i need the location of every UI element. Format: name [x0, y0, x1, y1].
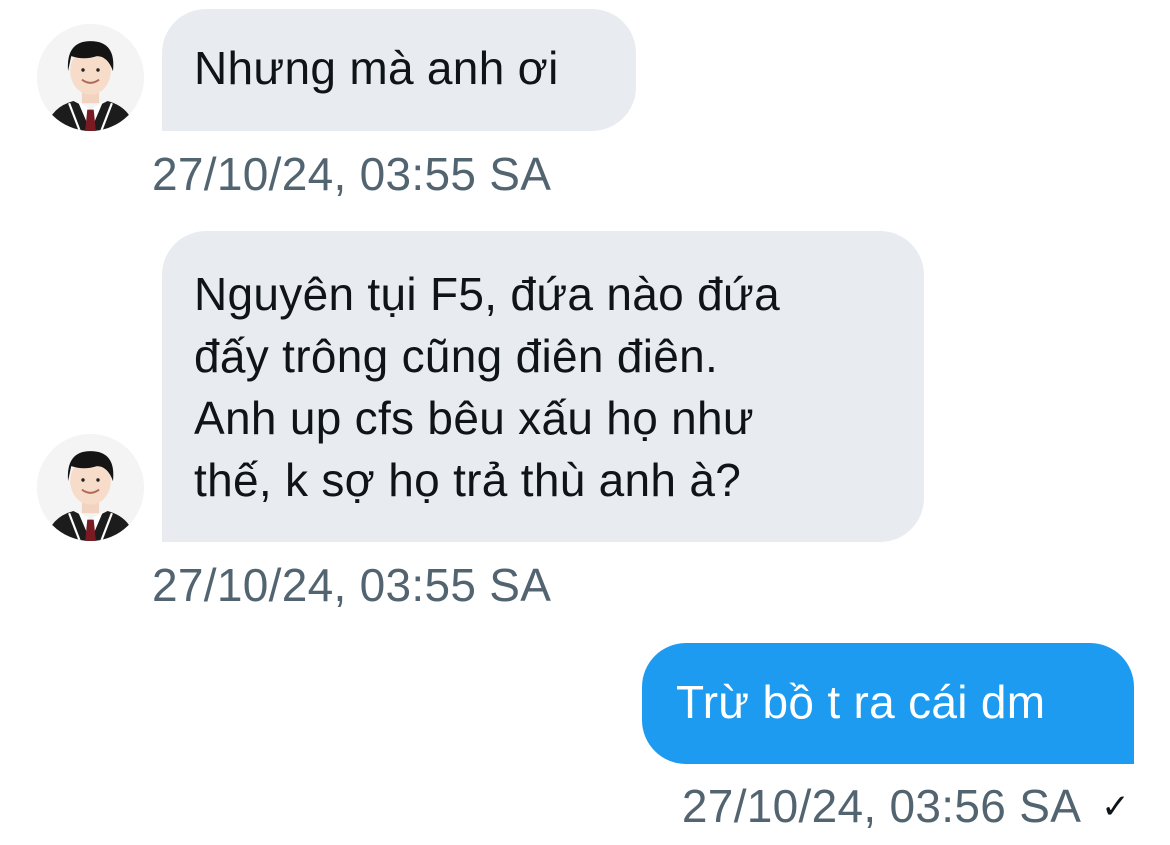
- message-timestamp: 27/10/24, 03:55 SA: [152, 148, 552, 200]
- message-text: Trừ bồ t ra cái dm: [676, 676, 1046, 728]
- message-timestamp-row: 27/10/24, 03:56 SA ✓: [682, 779, 1130, 834]
- sent-message-bubble[interactable]: Trừ bồ t ra cái dm: [642, 643, 1134, 764]
- avatar-portrait-icon: [37, 24, 144, 131]
- received-message-bubble[interactable]: Nhưng mà anh ơi: [162, 9, 636, 131]
- sender-avatar[interactable]: [37, 434, 144, 541]
- message-timestamp: 27/10/24, 03:55 SA: [152, 559, 552, 611]
- avatar-portrait-icon: [37, 434, 144, 541]
- message-text: Nguyên tụi F5, đứa nào đứa đấy trông cũn…: [194, 268, 780, 506]
- sender-avatar[interactable]: [37, 24, 144, 131]
- received-message-bubble[interactable]: Nguyên tụi F5, đứa nào đứa đấy trông cũn…: [162, 231, 924, 542]
- message-timestamp: 27/10/24, 03:56 SA: [681, 780, 1082, 832]
- checkmark-icon: ✓: [1101, 788, 1130, 826]
- message-text: Nhưng mà anh ơi: [194, 42, 559, 94]
